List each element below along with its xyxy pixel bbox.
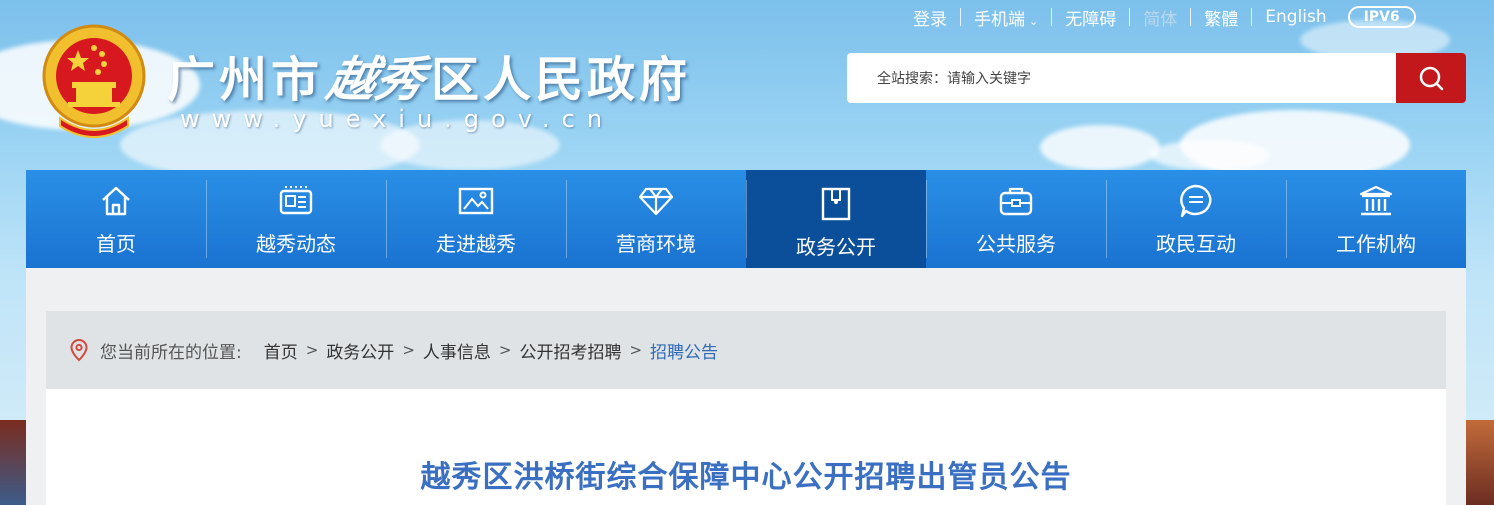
nav-item-label: 政民互动: [1156, 231, 1236, 256]
main-nav: 首页 越秀动态 走进越秀 营商环境 政务公开 公共服务 政民互动 工作机构: [26, 170, 1466, 274]
breadcrumb-separator: >: [402, 341, 415, 359]
breadcrumb: 您当前所在的位置: 首页 > 政务公开 > 人事信息 > 公开招考招聘 > 招聘…: [46, 311, 1446, 389]
nav-item-label: 越秀动态: [256, 231, 336, 256]
accessibility-link[interactable]: 无障碍: [1052, 5, 1129, 30]
breadcrumb-personnel-info[interactable]: 人事信息: [423, 338, 491, 363]
site-url: www.yuexiu.gov.cn: [180, 105, 615, 133]
search-input[interactable]: 全站搜索：请输入关键字: [847, 53, 1396, 103]
breadcrumb-separator: >: [629, 341, 643, 359]
site-title: 广州市越秀区人民政府: [167, 40, 691, 110]
right-building-decoration: [1466, 420, 1494, 505]
home-icon: [97, 182, 135, 220]
national-emblem-icon: [42, 24, 146, 138]
nav-item-label: 公共服务: [976, 231, 1056, 256]
nav-item-about[interactable]: 走进越秀: [386, 170, 566, 268]
breadcrumb-home[interactable]: 首页: [264, 338, 298, 363]
briefcase-icon: [997, 182, 1035, 220]
site-search: 全站搜索：请输入关键字: [847, 53, 1466, 103]
login-link[interactable]: 登录: [900, 5, 960, 30]
english-link[interactable]: English: [1252, 7, 1339, 27]
breadcrumb-current[interactable]: 招聘公告: [650, 338, 718, 363]
search-button[interactable]: [1396, 53, 1466, 103]
location-pin-icon: [70, 338, 88, 362]
ipv6-badge: IPV6: [1347, 6, 1416, 28]
breadcrumb-government-affairs[interactable]: 政务公开: [326, 338, 394, 363]
folder-icon: [817, 185, 855, 223]
top-links: 登录 手机端 ⌄ 无障碍 简体 繁體 English IPV6: [900, 5, 1416, 30]
nav-item-news[interactable]: 越秀动态: [206, 170, 386, 268]
nav-item-government-affairs[interactable]: 政务公开: [746, 170, 926, 274]
breadcrumb-separator: >: [498, 341, 512, 359]
nav-item-label: 首页: [96, 231, 136, 256]
nav-item-public-service[interactable]: 公共服务: [926, 170, 1106, 268]
breadcrumb-recruitment[interactable]: 公开招考招聘: [519, 338, 621, 363]
diamond-icon: [637, 182, 675, 220]
nav-item-label: 工作机构: [1336, 231, 1416, 256]
article-title: 越秀区洪桥街综合保障中心公开招聘出管员公告: [420, 460, 1072, 495]
nav-item-label: 营商环境: [616, 231, 696, 256]
chevron-down-icon: ⌄: [1029, 14, 1039, 28]
nav-item-home[interactable]: 首页: [26, 170, 206, 268]
main-content: 您当前所在的位置: 首页 > 政务公开 > 人事信息 > 公开招考招聘 > 招聘…: [26, 268, 1466, 505]
simplified-chinese-link[interactable]: 简体: [1130, 5, 1190, 30]
traditional-chinese-link[interactable]: 繁體: [1191, 5, 1251, 30]
article-panel: 越秀区洪桥街综合保障中心公开招聘出管员公告: [46, 389, 1446, 505]
nav-item-business[interactable]: 营商环境: [566, 170, 746, 268]
nav-item-label: 政务公开: [796, 234, 876, 259]
chat-icon: [1177, 182, 1215, 220]
left-building-decoration: [0, 420, 26, 505]
mobile-link[interactable]: 手机端 ⌄: [961, 5, 1051, 30]
breadcrumb-separator: >: [305, 341, 319, 359]
institution-icon: [1357, 182, 1395, 220]
site-title-brush: 越秀: [322, 52, 430, 108]
newspaper-icon: [277, 182, 315, 220]
nav-item-interaction[interactable]: 政民互动: [1106, 170, 1286, 268]
mobile-link-label: 手机端: [974, 9, 1025, 30]
search-icon: [1419, 66, 1444, 91]
nav-item-label: 走进越秀: [436, 231, 516, 256]
breadcrumb-prefix: 您当前所在的位置:: [100, 342, 242, 363]
image-icon: [457, 182, 495, 220]
nav-item-institutions[interactable]: 工作机构: [1286, 170, 1466, 268]
